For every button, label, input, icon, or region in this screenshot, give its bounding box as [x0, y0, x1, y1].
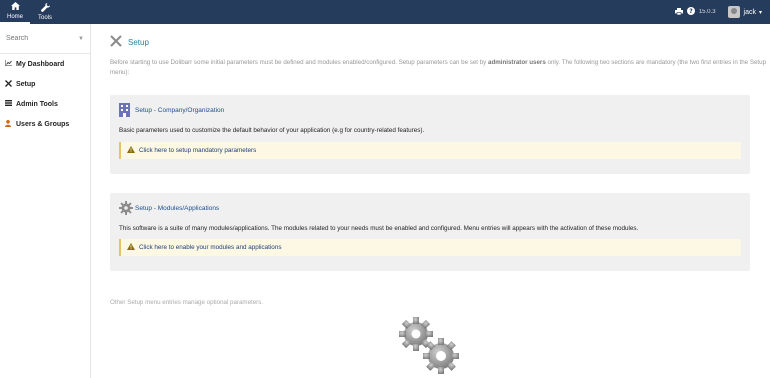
topnav-tools-label: Tools — [37, 15, 52, 21]
panel-header: Setup - Modules/Applications — [119, 201, 219, 215]
version-label: 15.0.3 — [698, 9, 716, 15]
warning-box: Click here to enable your modules and ap… — [119, 239, 741, 256]
sidebar-item-admin-tools[interactable]: Admin Tools — [0, 94, 90, 114]
top-bar: Home Tools ? 15.0.3 jack ▾ — [0, 0, 770, 24]
print-icon[interactable] — [674, 7, 683, 17]
topnav-home[interactable]: Home — [0, 0, 30, 24]
sidebar-item-label: My Dashboard — [16, 60, 65, 68]
top-right-area: ? 15.0.3 jack ▾ — [674, 0, 762, 24]
sidebar: ▼ My Dashboard Setup Admin Tools Users &… — [0, 24, 91, 378]
main-content: Setup Before starting to use Dolibarr so… — [91, 24, 770, 378]
panel-title[interactable]: Setup - Modules/Applications — [135, 205, 219, 212]
svg-text:?: ? — [689, 8, 693, 15]
warning-box: Click here to setup mandatory parameters — [119, 142, 741, 159]
sidebar-item-setup[interactable]: Setup — [0, 74, 90, 94]
sidebar-item-dashboard[interactable]: My Dashboard — [0, 54, 90, 74]
panel-title[interactable]: Setup - Company/Organization — [135, 107, 224, 114]
tools-icon — [5, 79, 14, 89]
panel-description: This software is a suite of many modules… — [119, 225, 639, 232]
page-title: Setup — [110, 35, 149, 50]
topnav-tools[interactable]: Tools — [30, 0, 60, 24]
sidebar-item-label: Admin Tools — [16, 100, 58, 108]
sidebar-item-label: Users & Groups — [16, 120, 70, 128]
sidebar-item-label: Setup — [16, 80, 36, 88]
building-icon — [119, 103, 130, 117]
company-setup-panel: Setup - Company/Organization Basic param… — [110, 95, 750, 174]
intro-text-start: Before starting to use Dolibarr some ini… — [110, 59, 488, 66]
wrench-icon — [40, 3, 50, 13]
page-title-text: Setup — [128, 38, 149, 47]
sidebar-search: ▼ — [0, 24, 90, 54]
intro-text-bold: administrator users — [488, 59, 546, 66]
tools-icon — [110, 35, 122, 50]
gear-icon — [119, 201, 133, 215]
top-nav: Home Tools — [0, 0, 60, 24]
intro-text: Before starting to use Dolibarr some ini… — [110, 58, 770, 78]
search-input[interactable] — [6, 35, 79, 42]
modules-setup-panel: Setup - Modules/Applications This softwa… — [110, 193, 750, 271]
user-icon — [5, 119, 14, 129]
optional-parameters-text: Other Setup menu entries manage optional… — [110, 299, 264, 306]
list-icon — [5, 100, 14, 108]
panel-description: Basic parameters used to customize the d… — [119, 127, 425, 134]
chart-icon — [4, 60, 14, 68]
avatar[interactable] — [727, 6, 740, 18]
topnav-home-label: Home — [6, 14, 23, 20]
setup-mandatory-link[interactable]: Click here to setup mandatory parameters — [139, 147, 256, 154]
warning-icon — [127, 243, 135, 252]
gears-icon — [396, 316, 466, 378]
panel-header: Setup - Company/Organization — [119, 103, 224, 117]
sidebar-item-users-groups[interactable]: Users & Groups — [0, 114, 90, 134]
warning-icon — [127, 146, 135, 155]
enable-modules-link[interactable]: Click here to enable your modules and ap… — [139, 244, 281, 251]
chevron-down-icon[interactable]: ▼ — [78, 36, 84, 42]
home-icon — [10, 2, 20, 12]
help-icon[interactable]: ? — [686, 7, 695, 17]
chevron-down-icon[interactable]: ▾ — [759, 9, 762, 16]
user-name[interactable]: jack — [744, 9, 756, 16]
